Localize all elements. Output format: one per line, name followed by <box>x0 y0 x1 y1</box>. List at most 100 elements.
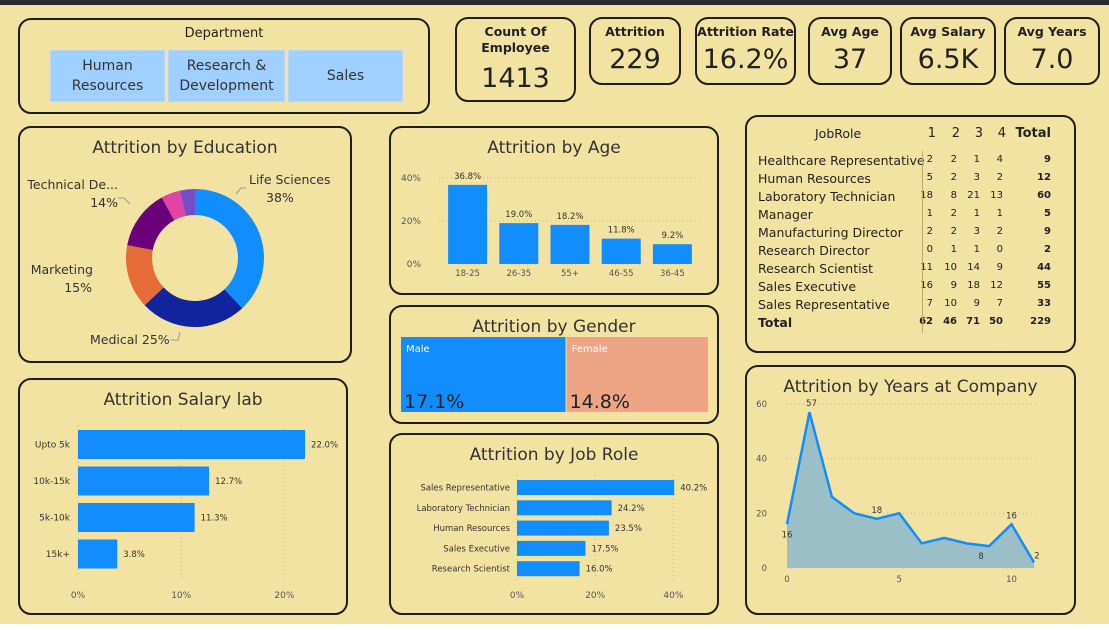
kpi-label: Count Of Employee <box>457 24 574 56</box>
gender-tile-label: Female <box>572 344 608 355</box>
matrix-total-cell: 50 <box>989 316 1003 327</box>
jobrole-xtick: 40% <box>663 591 683 601</box>
age-bar-label: 11.8% <box>608 226 635 236</box>
salary-bar[interactable] <box>78 503 195 532</box>
salary-category-label: 15k+ <box>46 550 70 560</box>
jobrole-bar[interactable] <box>517 561 580 577</box>
matrix-cell: 9 <box>1044 154 1051 165</box>
matrix-cell: 12 <box>1037 172 1051 183</box>
department-option-human-resources[interactable]: Human Resources <box>50 50 165 102</box>
matrix-cell: 10 <box>944 262 957 273</box>
gender-chart-card: Attrition by Gender Male 17.1% Female 14.8% <box>389 305 719 424</box>
salary-bar[interactable] <box>78 466 210 496</box>
jobrole-xtick: 20% <box>585 591 605 601</box>
jobrole-xtick: 0% <box>510 591 525 601</box>
years-point-label: 18 <box>871 506 882 516</box>
age-bar[interactable] <box>601 238 641 264</box>
kpi-value: 37 <box>832 44 868 75</box>
jobrole-bar[interactable] <box>517 520 609 536</box>
salary-chart-card: Attrition Salary lab 0% 10% 20% 22.0% Upto 5… <box>18 378 348 615</box>
matrix-cell: 1 <box>973 154 980 165</box>
jobrole-bar[interactable] <box>517 500 612 516</box>
matrix-cell: 2 <box>926 226 933 237</box>
age-bar[interactable] <box>652 244 692 264</box>
donut-slice-0[interactable] <box>195 189 264 309</box>
years-ytick: 60 <box>756 400 767 410</box>
department-option-research-development[interactable]: Research & Development <box>168 50 285 102</box>
jobrole-bar[interactable] <box>517 540 586 556</box>
matrix-cell: 9 <box>1044 226 1051 237</box>
years-area-chart: 0 20 40 60 0 5 10 16 57 18 8 16 2 <box>756 399 1040 585</box>
matrix-col-header: 4 <box>997 126 1006 141</box>
matrix-cell: 7 <box>926 298 933 309</box>
age-ytick: 20% <box>401 217 421 227</box>
jobrole-category-label: Sales Executive <box>443 544 510 554</box>
jobrole-matrix: JobRole 1 2 3 4 Total Healthcare Representativ… <box>747 117 1074 351</box>
matrix-cell: 2 <box>1044 244 1051 255</box>
department-option-sales[interactable]: Sales <box>288 50 403 102</box>
kpi-card-avg-years: Avg Years 7.0 <box>1004 17 1100 85</box>
age-bar[interactable] <box>550 224 590 264</box>
dept-option-line2: Development <box>179 78 274 94</box>
salary-xtick: 20% <box>274 591 294 601</box>
matrix-row-label: Laboratory Technician <box>758 189 896 204</box>
jobrole-category-label: Human Resources <box>433 524 510 534</box>
age-bar-label: 18.2% <box>556 212 583 222</box>
age-ytick: 40% <box>401 174 421 184</box>
kpi-card-attrition: Attrition 229 <box>589 17 681 85</box>
kpi-value: 229 <box>609 44 661 75</box>
kpi-value: 16.2% <box>702 44 789 75</box>
jobrole-bar[interactable] <box>517 480 675 495</box>
matrix-cell: 2 <box>996 172 1003 183</box>
matrix-row-label: Sales Representative <box>758 297 890 312</box>
salary-bar[interactable] <box>78 430 306 459</box>
matrix-col-header: Total <box>1015 126 1051 141</box>
age-bar-label: 36.8% <box>454 172 481 182</box>
matrix-row-label: Manufacturing Director <box>758 225 903 240</box>
jobrole-category-label: Laboratory Technician <box>417 504 510 514</box>
kpi-label: Avg Years <box>1017 24 1087 39</box>
matrix-cell: 8 <box>950 190 957 201</box>
jobrole-bar-label: 16.0% <box>586 565 613 575</box>
years-xtick: 5 <box>897 575 902 585</box>
age-xtick: 36-45 <box>660 269 685 279</box>
kpi-label-line1: Count Of <box>484 24 547 39</box>
matrix-cell: 10 <box>944 298 957 309</box>
salary-bar-label: 11.3% <box>201 514 228 524</box>
matrix-cell: 14 <box>967 262 980 273</box>
matrix-col-header: 2 <box>951 126 960 141</box>
kpi-card-count-employee: Count Of Employee 1413 <box>455 17 576 102</box>
matrix-cell: 1 <box>950 244 957 255</box>
jobrole-bar-label: 17.5% <box>591 544 618 554</box>
age-xtick: 26-35 <box>506 269 531 279</box>
age-bar[interactable] <box>448 184 488 264</box>
dept-option-line1: Human <box>82 58 133 74</box>
matrix-cell: 0 <box>926 244 933 255</box>
donut-slice-1[interactable] <box>144 287 243 327</box>
matrix-total-label: Total <box>758 315 793 330</box>
matrix-col-header: 1 <box>927 126 936 141</box>
salary-bar[interactable] <box>78 539 118 569</box>
bottom-bar <box>0 624 1109 630</box>
age-xtick: 55+ <box>561 269 579 279</box>
years-xtick: 10 <box>1006 575 1017 585</box>
department-slicer: Department Human Resources Research & Deve… <box>18 18 430 114</box>
age-xtick: 18-25 <box>455 269 480 279</box>
jobrole-matrix-card: JobRole 1 2 3 4 Total Healthcare Representativ… <box>745 115 1076 353</box>
donut-label-3-1: 14% <box>90 195 118 210</box>
age-bar[interactable] <box>499 223 539 264</box>
kpi-card-attrition-rate: Attrition Rate 16.2% <box>695 17 796 85</box>
matrix-cell: 5 <box>1044 208 1051 219</box>
education-chart-card: Attrition by Education Life Sciences 38% M… <box>18 126 352 363</box>
salary-xtick: 0% <box>71 591 86 601</box>
matrix-cell: 55 <box>1037 280 1051 291</box>
years-point-label: 16 <box>782 530 793 540</box>
matrix-cell: 4 <box>996 154 1003 165</box>
matrix-cell: 0 <box>996 244 1003 255</box>
donut-leader-line <box>170 331 181 341</box>
matrix-row-label: Manager <box>758 207 813 222</box>
salary-category-label: 10k-15k <box>33 477 70 487</box>
matrix-cell: 2 <box>926 154 933 165</box>
matrix-cell: 2 <box>996 226 1003 237</box>
salary-bar-chart: 0% 10% 20% 22.0% Upto 5k 12.7% 10k-15k 11.3% 5k-… <box>33 425 338 601</box>
